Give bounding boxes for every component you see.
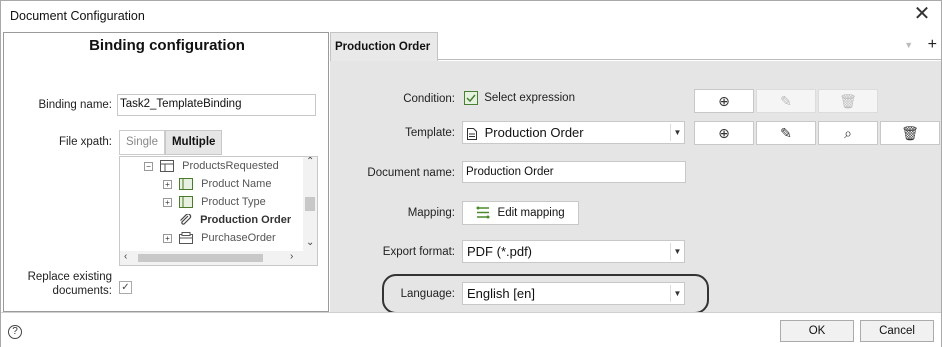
replace-existing-label: Replace existing [27, 271, 112, 283]
scroll-right-icon[interactable]: › [290, 251, 293, 262]
pencil-icon: ✎ [780, 125, 792, 141]
dialog-footer: ? OK Cancel [1, 312, 941, 347]
field-icon [179, 178, 194, 191]
close-icon[interactable]: ✕ [911, 4, 933, 26]
tree-item-label: ProductsRequested [182, 160, 279, 172]
tree-item[interactable]: + Product Type [163, 193, 266, 211]
tab-dropdown-icon[interactable]: ▼ [904, 40, 913, 50]
tree-item-label: Product Name [201, 178, 272, 190]
scroll-thumb[interactable] [305, 197, 315, 211]
expand-icon[interactable]: + [163, 233, 172, 243]
tree-item-label: Production Order [200, 214, 292, 226]
select-expression-link[interactable]: Select expression [464, 91, 575, 105]
edit-mapping-label: Edit mapping [497, 207, 565, 219]
delete-condition-button[interactable]: 🗑 [818, 89, 878, 113]
replace-existing-checkbox[interactable]: ✓ [119, 281, 132, 294]
binding-name-field[interactable]: Task2_TemplateBinding [117, 94, 316, 116]
binding-tabs: Production Order ▼ + [330, 32, 941, 61]
add-circle-icon: ⊕ [718, 93, 730, 109]
condition-label: Condition: [403, 93, 455, 105]
add-template-button[interactable]: ⊕ [694, 121, 754, 145]
scroll-left-icon[interactable]: ‹ [124, 251, 127, 262]
xpath-mode-toggle: Single Multiple [119, 130, 223, 155]
add-circle-icon: ⊕ [718, 125, 730, 141]
mapping-icon [476, 206, 490, 219]
trash-icon: 🗑 [901, 125, 919, 141]
edit-template-button[interactable]: ✎ [756, 121, 816, 145]
scroll-down-icon[interactable]: ⌄ [306, 237, 314, 248]
tree-item[interactable]: − ProductsRequested [144, 157, 279, 175]
language-value: English [en] [467, 286, 535, 301]
edit-mapping-button[interactable]: Edit mapping [462, 201, 579, 225]
window-title: Document Configuration [10, 9, 145, 23]
language-select[interactable]: English [en] ▼ [462, 282, 685, 305]
chevron-down-icon[interactable]: ▼ [670, 124, 684, 141]
field-icon [179, 196, 194, 209]
document-icon [467, 127, 477, 140]
expression-icon [464, 91, 478, 105]
scroll-thumb[interactable] [138, 254, 263, 262]
title-bar: Document Configuration ✕ [1, 1, 941, 31]
tree-item-selected[interactable]: Production Order [178, 211, 291, 229]
template-label: Template: [405, 127, 455, 139]
document-configuration-dialog: Document Configuration ✕ Binding configu… [0, 0, 942, 347]
xpath-tree[interactable]: − ProductsRequested + Product Name + Pro… [119, 156, 318, 266]
mapping-label: Mapping: [407, 207, 455, 219]
table-icon [160, 160, 175, 173]
search-icon: ⌕ [844, 125, 852, 141]
trash-icon: 🗑 [839, 93, 857, 109]
binding-details-panel: Condition: Select expression ⊕ ✎ 🗑 Templ… [330, 61, 941, 314]
preview-template-button[interactable]: ⌕ [818, 121, 878, 145]
folder-icon [179, 232, 194, 245]
tree-item-label: PurchaseOrder [201, 232, 276, 244]
export-format-select[interactable]: PDF (*.pdf) ▼ [462, 240, 685, 263]
template-select[interactable]: Production Order ▼ [462, 121, 685, 144]
export-format-label: Export format: [382, 246, 455, 258]
add-condition-button[interactable]: ⊕ [694, 89, 754, 113]
cancel-button[interactable]: Cancel [860, 320, 934, 342]
tree-item-label: Product Type [201, 196, 266, 208]
delete-template-button[interactable]: 🗑 [880, 121, 940, 145]
scroll-up-icon[interactable]: ⌃ [306, 157, 314, 167]
toggle-single[interactable]: Single [119, 130, 165, 155]
ok-button[interactable]: OK [780, 320, 854, 342]
condition-value: Select expression [484, 92, 575, 105]
binding-configuration-panel: Binding configuration Binding name: Task… [3, 32, 329, 312]
add-tab-icon[interactable]: + [928, 36, 937, 53]
tree-horizontal-scrollbar[interactable]: ‹ › [120, 251, 317, 265]
document-name-field[interactable]: Production Order [462, 161, 686, 183]
tab-tools: ▼ + [904, 36, 937, 54]
chevron-down-icon[interactable]: ▼ [670, 285, 684, 302]
chevron-down-icon[interactable]: ▼ [670, 243, 684, 260]
toggle-multiple[interactable]: Multiple [164, 130, 223, 155]
tree-item[interactable]: + PurchaseOrder [163, 229, 276, 247]
tree-item[interactable]: + Product Name [163, 175, 271, 193]
template-value: Production Order [484, 125, 584, 140]
document-name-label: Document name: [367, 167, 455, 179]
replace-existing-label-2: documents: [52, 285, 112, 297]
tree-vertical-scrollbar[interactable]: ⌃ ⌄ [303, 157, 317, 251]
pencil-icon: ✎ [780, 93, 792, 109]
paperclip-icon [180, 214, 192, 225]
file-xpath-label: File xpath: [58, 136, 112, 148]
collapse-icon[interactable]: − [144, 161, 153, 171]
panel-heading: Binding configuration [89, 37, 245, 54]
language-label: Language: [400, 288, 455, 300]
export-format-value: PDF (*.pdf) [467, 244, 533, 259]
expand-icon[interactable]: + [163, 197, 172, 207]
edit-condition-button[interactable]: ✎ [756, 89, 816, 113]
expand-icon[interactable]: + [163, 179, 172, 189]
tab-production-order[interactable]: Production Order [330, 32, 438, 61]
help-icon[interactable]: ? [8, 325, 22, 339]
binding-name-label: Binding name: [38, 99, 112, 111]
